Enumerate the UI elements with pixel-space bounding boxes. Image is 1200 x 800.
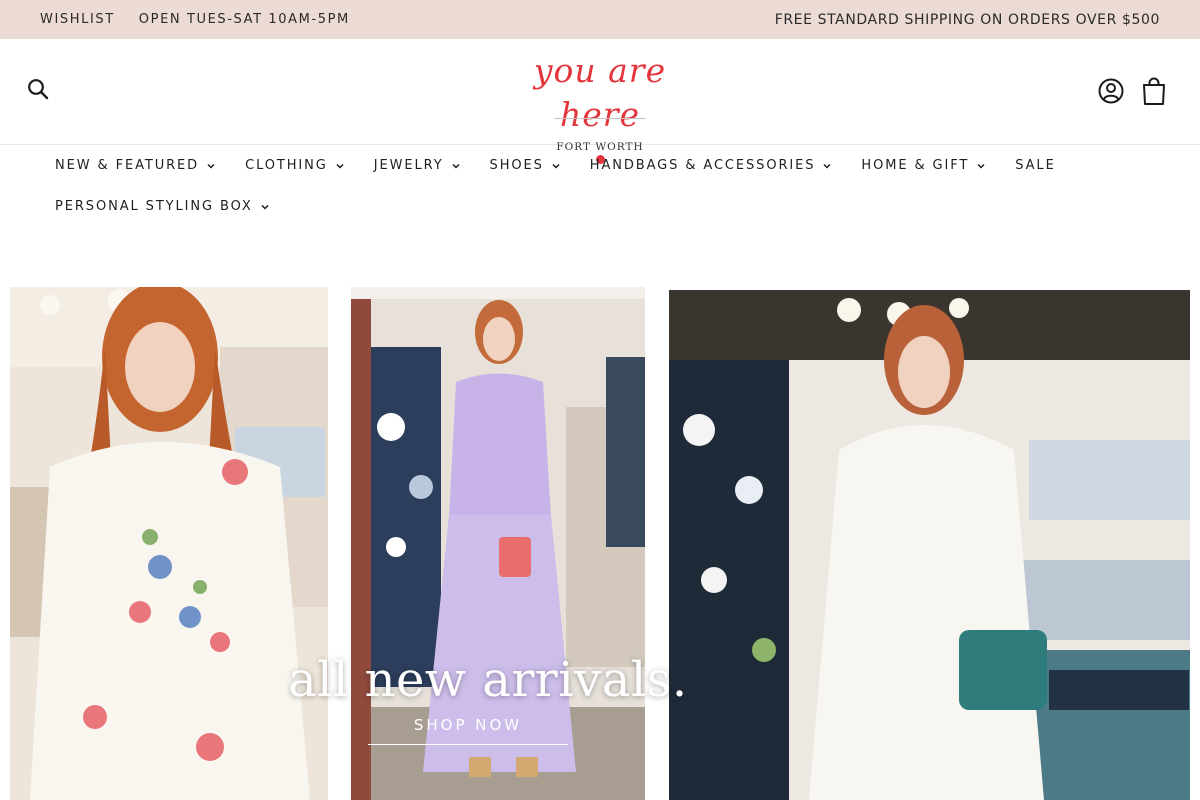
nav-item-shoes[interactable]: SHOES bbox=[490, 145, 560, 186]
hero-cta: all new arrivals. SHOP NOW bbox=[288, 652, 688, 745]
logo-wordmark: you are here bbox=[533, 51, 667, 134]
shipping-promo: FREE STANDARD SHIPPING ON ORDERS OVER $5… bbox=[774, 11, 1160, 28]
nav-item-home-gift[interactable]: HOME & GIFT bbox=[861, 145, 985, 186]
chevron-down-icon bbox=[823, 163, 831, 169]
cart-icon bbox=[1143, 77, 1165, 105]
nav-item-clothing[interactable]: CLOTHING bbox=[245, 145, 344, 186]
announcement-bar: WISHLIST OPEN TUES-SAT 10AM-5PM FREE STA… bbox=[0, 0, 1200, 39]
account-button[interactable] bbox=[1097, 77, 1125, 105]
chevron-down-icon bbox=[261, 204, 269, 210]
nav-item-handbags-accessories[interactable]: HANDBAGS & ACCESSORIES bbox=[590, 145, 832, 186]
site-logo[interactable]: you are here FORT WORTH bbox=[508, 43, 692, 164]
site-header: you are here FORT WORTH bbox=[0, 39, 1200, 164]
search-icon bbox=[28, 79, 49, 100]
hero-photo-floral-blouse bbox=[10, 287, 328, 800]
cart-button[interactable] bbox=[1141, 76, 1167, 106]
chevron-down-icon bbox=[207, 163, 215, 169]
hero-title: all new arrivals. bbox=[288, 652, 688, 708]
chevron-down-icon bbox=[977, 163, 985, 169]
search-button[interactable] bbox=[26, 77, 50, 101]
nav-item-jewelry[interactable]: JEWELRY bbox=[374, 145, 460, 186]
chevron-down-icon bbox=[452, 163, 460, 169]
nav-item-new-featured[interactable]: NEW & FEATURED bbox=[55, 145, 215, 186]
wishlist-link[interactable]: WISHLIST bbox=[40, 12, 115, 27]
hero-photo-white-dress bbox=[669, 290, 1190, 800]
chevron-down-icon bbox=[336, 163, 344, 169]
shop-now-button[interactable]: SHOP NOW bbox=[367, 716, 569, 745]
main-navigation: NEW & FEATURED CLOTHING JEWELRY SHOES HA… bbox=[0, 145, 1200, 229]
hero-banner[interactable]: all new arrivals. SHOP NOW bbox=[0, 282, 1200, 800]
logo-divider bbox=[554, 118, 646, 119]
nav-item-personal-styling-box[interactable]: PERSONAL STYLING BOX bbox=[55, 186, 269, 227]
store-hours: OPEN TUES-SAT 10AM-5PM bbox=[138, 12, 350, 27]
account-icon bbox=[1098, 78, 1124, 104]
chevron-down-icon bbox=[552, 163, 560, 169]
nav-item-sale[interactable]: SALE bbox=[1015, 145, 1055, 186]
announcement-left: WISHLIST OPEN TUES-SAT 10AM-5PM bbox=[40, 12, 350, 27]
